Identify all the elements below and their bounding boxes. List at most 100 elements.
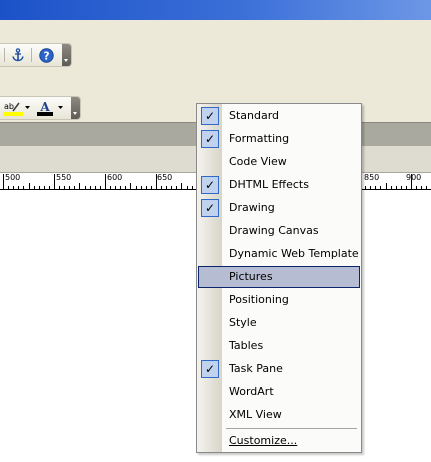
checkmark-icon: ✓ [201, 360, 219, 378]
menu-item-formatting[interactable]: ✓ Formatting [198, 128, 360, 150]
toolbars-context-menu: Customize... ✓ Standard ✓ Formatting Code Vi… [196, 103, 362, 453]
menu-item-label: Drawing Canvas [229, 224, 319, 237]
ruler-tick [100, 186, 101, 189]
ruler-tick [136, 186, 137, 189]
chevron-down-icon[interactable] [57, 100, 64, 116]
ruler-tick [29, 183, 30, 189]
font-color-icon[interactable]: A [35, 100, 55, 116]
formatting-toolbar: ab A [0, 96, 81, 120]
ruler-tick [115, 186, 116, 189]
ruler-tick [120, 186, 121, 189]
toolbar-options-button[interactable] [62, 44, 71, 66]
ruler-tick [365, 186, 366, 189]
menu-item-label: Pictures [229, 270, 273, 283]
ruler-tick [85, 186, 86, 189]
checkmark-icon: ✓ [201, 176, 219, 194]
ruler-tick [416, 186, 417, 189]
ruler-label: 600 [107, 173, 123, 182]
svg-text:?: ? [43, 50, 49, 62]
menu-separator [226, 428, 357, 429]
toolbar-options-button[interactable] [71, 97, 80, 119]
menu-item-drawing[interactable]: ✓ Drawing [198, 197, 360, 219]
ruler-tick [23, 186, 24, 189]
ruler-label: 850 [364, 173, 380, 182]
menu-item-wordart[interactable]: WordArt [198, 381, 360, 403]
menu-item-label: XML View [229, 408, 282, 421]
menu-item-label: Style [229, 316, 257, 329]
menu-item-label: DHTML Effects [229, 178, 309, 191]
menu-item-label: Dynamic Web Template [229, 247, 359, 260]
chevron-down-icon[interactable] [24, 100, 31, 116]
toolbar-separator [31, 48, 32, 62]
menu-item-standard[interactable]: ✓ Standard [198, 105, 360, 127]
menu-item-style[interactable]: Style [198, 312, 360, 334]
ruler-tick [192, 186, 193, 189]
ruler-tick [187, 186, 188, 189]
checkmark-icon: ✓ [201, 107, 219, 125]
font-color-glyph: A [39, 100, 50, 114]
highlight-glyph: ab [4, 102, 14, 111]
ruler-tick [375, 186, 376, 189]
highlight-icon[interactable]: ab [2, 100, 24, 116]
ruler-tick [39, 186, 40, 189]
ruler-tick [64, 186, 65, 189]
ruler-tick [421, 186, 422, 189]
menu-item-label: Standard [229, 109, 280, 122]
standard-toolbar: ? [0, 43, 72, 67]
menu-item-xml-view[interactable]: XML View [198, 404, 360, 426]
menu-item-label: Code View [229, 155, 287, 168]
ruler-tick [406, 186, 407, 189]
ruler-tick [54, 174, 55, 189]
ruler-tick [125, 186, 126, 189]
menu-item-label: WordArt [229, 385, 274, 398]
menu-item-dhtml-effects[interactable]: ✓ DHTML Effects [198, 174, 360, 196]
ruler-tick [156, 174, 157, 189]
ruler-label: 650 [157, 173, 173, 182]
toolbar-separator [4, 48, 5, 62]
ruler-tick [69, 186, 70, 189]
menu-item-label: Positioning [229, 293, 289, 306]
ruler-tick [105, 174, 106, 189]
ruler-tick [74, 186, 75, 189]
menu-item-dynamic-web-template[interactable]: Dynamic Web Template [198, 243, 360, 265]
ruler-tick [176, 186, 177, 189]
ruler-tick [370, 186, 371, 189]
ruler-tick [426, 186, 427, 189]
ruler-tick [79, 183, 80, 189]
window-title-bar [0, 0, 431, 20]
ruler-tick [110, 186, 111, 189]
ruler-tick [59, 186, 60, 189]
ruler-label: 900 [406, 173, 422, 182]
menu-item-label: Customize... [229, 434, 298, 447]
ruler-tick [181, 183, 182, 189]
ruler-label: 550 [56, 173, 72, 182]
ruler-tick [161, 186, 162, 189]
ruler-label: 500 [5, 173, 21, 182]
menu-item-positioning[interactable]: Positioning [198, 289, 360, 311]
ruler-tick [44, 186, 45, 189]
menu-item-label: Task Pane [229, 362, 283, 375]
menu-item-pictures[interactable]: Pictures [198, 266, 360, 288]
ruler-tick [18, 186, 19, 189]
menu-item-customize[interactable]: Customize... [198, 430, 360, 452]
ruler-tick [3, 174, 4, 189]
anchor-icon[interactable] [10, 47, 26, 63]
ruler-tick [8, 186, 9, 189]
ruler-tick [141, 186, 142, 189]
ruler-tick [95, 186, 96, 189]
menu-item-tables[interactable]: Tables [198, 335, 360, 357]
menu-item-label: Tables [229, 339, 264, 352]
ruler-tick [130, 183, 131, 189]
ruler-tick [396, 186, 397, 189]
ruler-tick [13, 186, 14, 189]
menu-item-task-pane[interactable]: ✓ Task Pane [198, 358, 360, 380]
help-icon[interactable]: ? [38, 47, 54, 63]
menu-item-code-view[interactable]: Code View [198, 151, 360, 173]
ruler-tick [380, 186, 381, 189]
ruler-tick [401, 186, 402, 189]
checkmark-icon: ✓ [201, 130, 219, 148]
ruler-tick [411, 174, 412, 189]
ruler-tick [151, 186, 152, 189]
menu-item-label: Formatting [229, 132, 290, 145]
menu-item-drawing-canvas[interactable]: Drawing Canvas [198, 220, 360, 242]
